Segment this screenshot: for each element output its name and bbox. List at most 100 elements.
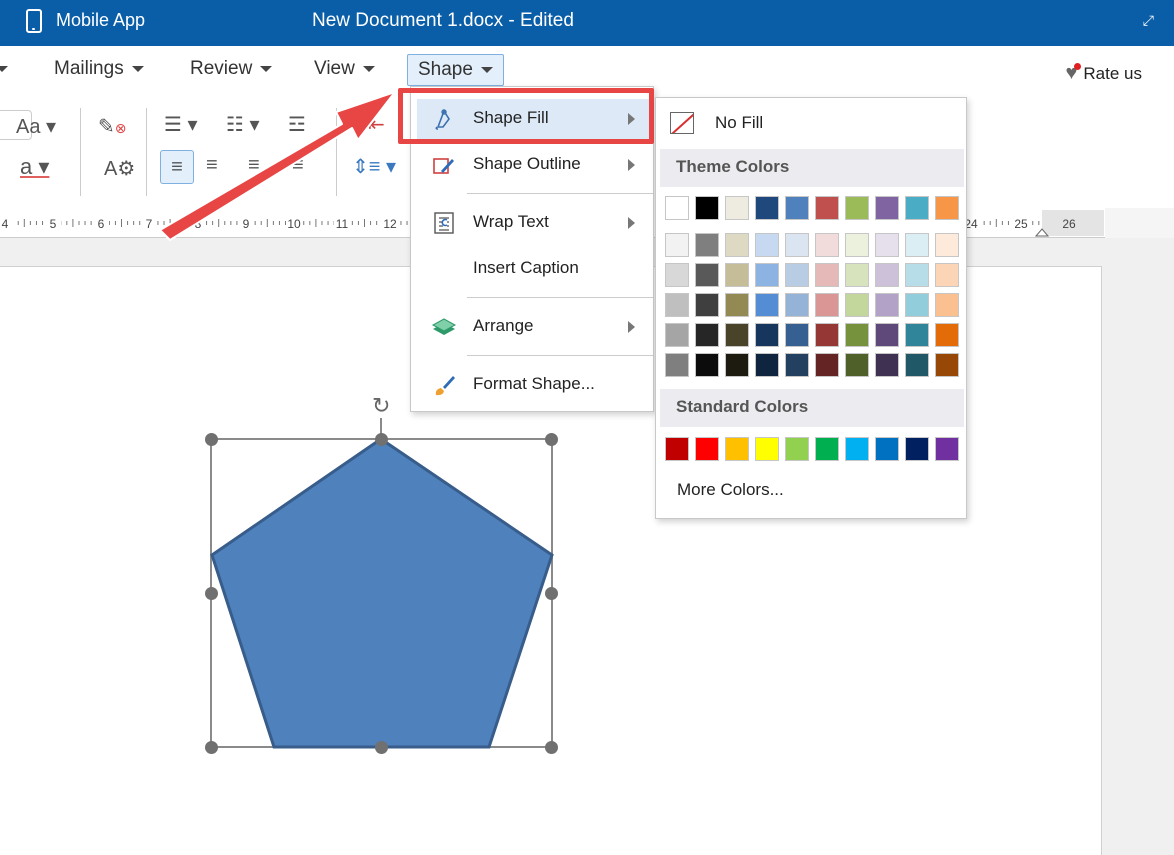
theme-shade-swatch[interactable] [905, 353, 929, 377]
resize-handle-se[interactable] [545, 741, 558, 754]
standard-color-swatch[interactable] [755, 437, 779, 461]
theme-color-swatch[interactable] [785, 196, 809, 220]
numbered-list-icon[interactable]: ☷ ▾ [226, 112, 260, 137]
decrease-indent-icon[interactable]: ⇤ [368, 112, 385, 137]
theme-shade-swatch[interactable] [785, 353, 809, 377]
fullscreen-icon[interactable]: ⤢ [1143, 12, 1154, 29]
theme-shade-swatch[interactable] [905, 323, 929, 347]
bullet-list-icon[interactable]: ☰ ▾ [164, 112, 198, 137]
theme-shade-swatch[interactable] [785, 323, 809, 347]
text-effects-icon[interactable]: A⚙ [104, 156, 135, 181]
align-center-icon[interactable]: ≡ [206, 154, 218, 177]
theme-shade-swatch[interactable] [695, 233, 719, 257]
theme-color-swatch[interactable] [935, 196, 959, 220]
theme-color-swatch[interactable] [905, 196, 929, 220]
menu-item-shape-outline[interactable]: Shape Outline [417, 145, 649, 185]
tab-mailings[interactable]: Mailings [44, 54, 154, 86]
resize-handle-sw[interactable] [205, 741, 218, 754]
theme-shade-swatch[interactable] [755, 353, 779, 377]
resize-handle-n[interactable] [375, 433, 388, 446]
theme-shade-swatch[interactable] [725, 233, 749, 257]
rate-us-button[interactable]: ♥ Rate us [1066, 62, 1142, 85]
theme-shade-swatch[interactable] [905, 263, 929, 287]
justify-icon[interactable]: ≡ [292, 154, 304, 177]
theme-shade-swatch[interactable] [815, 293, 839, 317]
resize-handle-nw[interactable] [205, 433, 218, 446]
tab-review[interactable]: Review [180, 54, 282, 86]
line-spacing-icon[interactable]: ⇕≡ ▾ [352, 154, 396, 179]
theme-shade-swatch[interactable] [815, 323, 839, 347]
theme-shade-swatch[interactable] [695, 323, 719, 347]
theme-shade-swatch[interactable] [725, 293, 749, 317]
standard-color-swatch[interactable] [905, 437, 929, 461]
theme-shade-swatch[interactable] [815, 353, 839, 377]
theme-shade-swatch[interactable] [665, 353, 689, 377]
multilevel-list-icon[interactable]: ☲ [288, 112, 306, 137]
theme-shade-swatch[interactable] [935, 323, 959, 347]
menu-item-wrap-text[interactable]: Wrap Text [417, 203, 649, 243]
theme-color-swatch[interactable] [665, 196, 689, 220]
theme-shade-swatch[interactable] [815, 233, 839, 257]
theme-shade-swatch[interactable] [845, 263, 869, 287]
standard-color-swatch[interactable] [845, 437, 869, 461]
theme-color-swatch[interactable] [695, 196, 719, 220]
theme-shade-swatch[interactable] [695, 293, 719, 317]
theme-shade-swatch[interactable] [755, 233, 779, 257]
theme-shade-swatch[interactable] [875, 353, 899, 377]
standard-color-swatch[interactable] [875, 437, 899, 461]
theme-shade-swatch[interactable] [665, 233, 689, 257]
theme-shade-swatch[interactable] [935, 263, 959, 287]
theme-shade-swatch[interactable] [785, 233, 809, 257]
menu-item-arrange[interactable]: Arrange [417, 307, 649, 347]
theme-shade-swatch[interactable] [845, 323, 869, 347]
theme-color-swatch[interactable] [815, 196, 839, 220]
theme-shade-swatch[interactable] [725, 263, 749, 287]
tab-view[interactable]: View [304, 54, 385, 86]
theme-shade-swatch[interactable] [875, 233, 899, 257]
theme-shade-swatch[interactable] [935, 293, 959, 317]
menu-item-format-shape[interactable]: Format Shape... [417, 365, 649, 405]
theme-shade-swatch[interactable] [725, 353, 749, 377]
theme-color-swatch[interactable] [725, 196, 749, 220]
resize-handle-s[interactable] [375, 741, 388, 754]
theme-shade-swatch[interactable] [905, 233, 929, 257]
font-color-icon[interactable]: a ▾ [20, 154, 49, 180]
standard-color-swatch[interactable] [695, 437, 719, 461]
menu-item-insert-caption[interactable]: Insert Caption [417, 249, 649, 289]
tab-previous-caret[interactable] [0, 54, 18, 86]
theme-shade-swatch[interactable] [845, 233, 869, 257]
theme-shade-swatch[interactable] [935, 353, 959, 377]
standard-color-swatch[interactable] [665, 437, 689, 461]
theme-shade-swatch[interactable] [725, 323, 749, 347]
theme-shade-swatch[interactable] [845, 293, 869, 317]
theme-shade-swatch[interactable] [755, 263, 779, 287]
resize-handle-ne[interactable] [545, 433, 558, 446]
standard-color-swatch[interactable] [785, 437, 809, 461]
theme-shade-swatch[interactable] [665, 323, 689, 347]
standard-color-swatch[interactable] [815, 437, 839, 461]
theme-shade-swatch[interactable] [785, 293, 809, 317]
theme-shade-swatch[interactable] [875, 293, 899, 317]
theme-shade-swatch[interactable] [755, 293, 779, 317]
align-right-icon[interactable]: ≡ [248, 154, 260, 177]
resize-handle-e[interactable] [545, 587, 558, 600]
theme-shade-swatch[interactable] [785, 263, 809, 287]
theme-shade-swatch[interactable] [695, 263, 719, 287]
align-left-icon[interactable]: ≡ [160, 150, 194, 184]
theme-shade-swatch[interactable] [815, 263, 839, 287]
more-colors-option[interactable]: More Colors... [677, 480, 784, 500]
theme-color-swatch[interactable] [845, 196, 869, 220]
theme-shade-swatch[interactable] [695, 353, 719, 377]
theme-shade-swatch[interactable] [665, 293, 689, 317]
theme-shade-swatch[interactable] [905, 293, 929, 317]
theme-shade-swatch[interactable] [875, 323, 899, 347]
theme-shade-swatch[interactable] [665, 263, 689, 287]
clear-formatting-icon[interactable]: ✎⊗ [98, 114, 127, 139]
theme-shade-swatch[interactable] [935, 233, 959, 257]
tab-shape[interactable]: Shape [407, 54, 504, 86]
standard-color-swatch[interactable] [935, 437, 959, 461]
theme-shade-swatch[interactable] [875, 263, 899, 287]
theme-color-swatch[interactable] [755, 196, 779, 220]
theme-shade-swatch[interactable] [845, 353, 869, 377]
theme-shade-swatch[interactable] [755, 323, 779, 347]
